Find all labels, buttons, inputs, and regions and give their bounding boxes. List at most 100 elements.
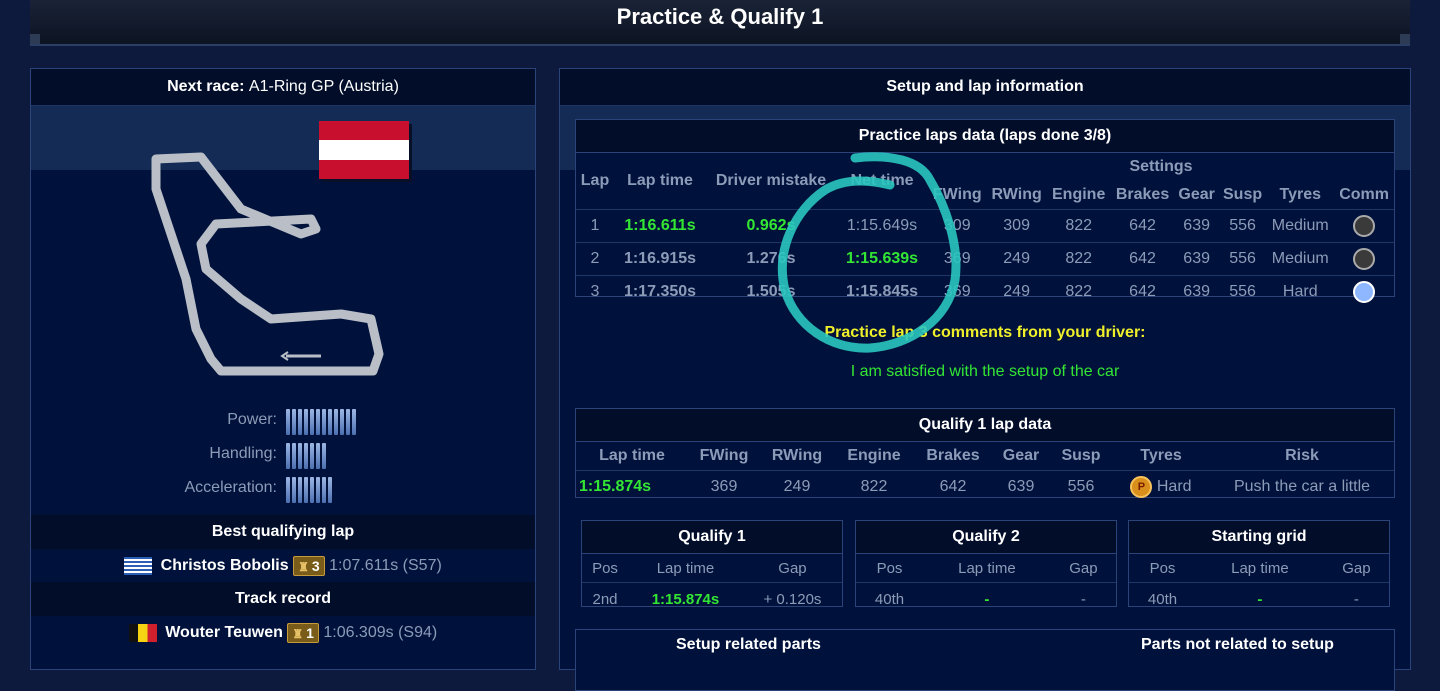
brakes: 642 [1110,275,1175,308]
stat-bar-segment [322,443,326,469]
gear: 639 [1174,275,1219,308]
practice-row: 3 1:17.350s 1.505s 1:15.845s 369 249 822… [576,275,1394,308]
gap: + 0.120s [742,582,842,615]
handling-label: Handling: [209,445,277,462]
lap-time: - [1195,582,1324,615]
gear: 639 [1174,242,1219,276]
trophy-badge: ♜ 1 [287,622,319,643]
gear: 639 [1174,209,1219,243]
col-tyres: Tyres [1140,447,1182,464]
susp: 556 [1050,470,1112,503]
comment-radio[interactable] [1353,215,1376,237]
stat-bar-segment [316,443,320,469]
col-pos: Pos [876,559,903,577]
trophy-icon: ♜ [292,626,304,641]
risk: Push the car a little [1210,470,1394,503]
col-lap: Lap [580,172,610,189]
driver-comment-title: Practice lap 3 comments from your driver… [824,324,1146,341]
track-record-driver[interactable]: Wouter Teuwen [165,624,283,641]
tyres: Hard [1266,275,1335,308]
col-lap-time: Lap time [958,559,1016,577]
stat-bar-segment [286,443,290,469]
stat-bar-segment [316,409,320,435]
qualify1-title: Qualify 1 [582,521,842,554]
stat-bar-segment [292,443,296,469]
setup-panel-title: Setup and lap information [560,69,1410,106]
pos: 40th [856,582,923,615]
col-gear: Gear [1002,447,1040,464]
stat-bar-segment [310,477,314,503]
col-pos: Pos [592,559,618,577]
stat-bar-segment [346,409,350,435]
col-lap-time: Lap time [656,559,715,577]
col-engine: Engine [847,447,901,464]
practice-row: 2 1:16.915s 1.276s 1:15.639s 369 249 822… [576,242,1394,276]
col-brakes: Brakes [1115,186,1170,203]
stat-bar-segment [304,443,308,469]
rwing: 249 [760,470,834,503]
greece-flag-icon [124,556,153,575]
starting-grid-title: Starting grid [1129,521,1389,554]
stat-bar-segment [328,477,332,503]
page-title: Practice & Qualify 1 [616,4,824,29]
stat-bar-segment [352,409,356,435]
col-gap: Gap [778,559,807,577]
lap-number: 1 [576,209,614,243]
lap-time: - [922,582,1051,615]
acceleration-bars [286,477,332,503]
engine: 822 [834,470,914,503]
brakes: 642 [914,470,992,503]
brakes: 642 [1110,209,1175,243]
rwing: 249 [986,275,1047,308]
lap-time: 1:16.915s [614,242,706,276]
susp: 556 [1218,275,1267,308]
header-corner-left [30,34,40,44]
stat-bar-segment [298,477,302,503]
stat-bar-segment [328,409,332,435]
comment-radio-selected[interactable] [1353,281,1376,303]
practice-laps-table: Practice laps data (laps done 3/8) Lap L… [575,119,1395,308]
comment-radio[interactable] [1353,248,1376,270]
engine: 822 [1046,242,1111,276]
acceleration-label: Acceleration: [184,479,278,496]
best-qualifying-season: (S57) [402,557,442,574]
col-rwing: RWing [991,186,1042,203]
qualify2-results: Qualify 2 Pos Lap time Gap 40th - - [855,520,1117,615]
tyres: Hard [1156,478,1192,496]
gear: 639 [992,470,1050,503]
qualify1-lap-row: 1:15.874s 369 249 822 642 639 556 P Hard… [576,470,1394,503]
annotation-circle [777,152,961,353]
trophy-badge: ♜ 3 [293,555,325,576]
col-rwing: RWing [771,447,823,464]
stat-bar-segment [298,443,302,469]
col-gap: Gap [1342,559,1371,577]
tyre-compound-icon: P [1130,476,1153,498]
qualify2-title: Qualify 2 [856,521,1116,554]
next-race-header: Next race: A1-Ring GP (Austria) [31,69,535,106]
austria-flag [319,121,409,179]
brakes: 642 [1110,242,1175,276]
stat-bar-segment [310,443,314,469]
tyres-cell: P Hard [1112,470,1210,503]
track-record-row: Wouter Teuwen ♜ 1 1:06.309s (S94) [31,617,535,649]
col-gap: Gap [1069,559,1098,577]
col-lap-time: Lap time [627,172,693,189]
col-brakes: Brakes [926,447,980,464]
practice-row: 1 1:16.611s 0.962s 1:15.649s 309 309 822… [576,209,1394,243]
setup-panel: Setup and lap information Practice laps … [559,68,1411,691]
stat-bar-segment [322,409,326,435]
best-qualifying-driver[interactable]: Christos Bobolis [161,557,289,574]
stat-bar-segment [316,477,320,503]
power-bars [286,409,356,435]
track-record-season: (S94) [398,624,438,641]
power-label: Power: [227,411,277,428]
next-race-panel: Next race: A1-Ring GP (Austria) Power: H… [30,68,536,670]
starting-grid-results: Starting grid Pos Lap time Gap 40th - - [1128,520,1390,615]
col-risk: Risk [1285,447,1319,464]
fwing: 369 [688,470,760,503]
track-record-time: 1:06.309s [323,624,394,641]
practice-laps-title: Practice laps data (laps done 3/8) [576,120,1394,153]
gap: - [1323,582,1389,615]
track-map [151,152,384,376]
header-corner-right [1400,34,1410,44]
